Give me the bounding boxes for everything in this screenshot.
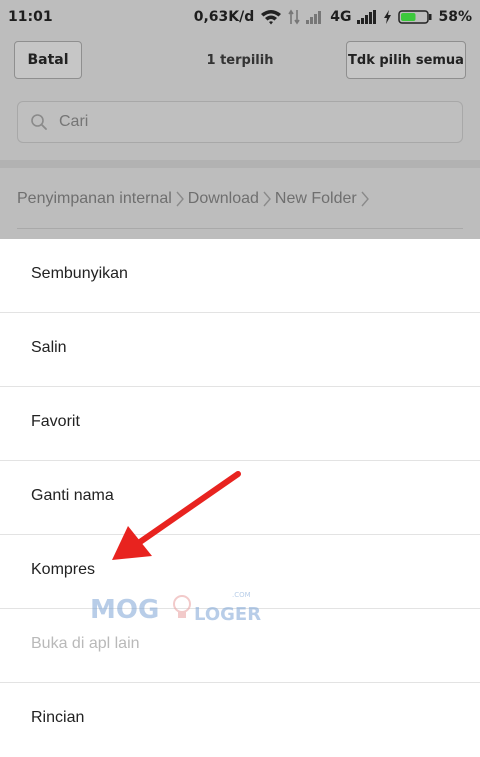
charging-icon — [383, 10, 392, 24]
data-transfer-icon — [288, 9, 300, 25]
breadcrumb-underline — [17, 228, 463, 229]
battery-percent: 58% — [438, 9, 472, 25]
battery-icon — [398, 10, 432, 24]
screen: 11:01 0,63K/d 4G 58% Batal 1 terpilih Td… — [0, 0, 480, 752]
action-menu-sheet: Sembunyikan Salin Favorit Ganti nama Kom… — [0, 239, 480, 752]
menu-item-label: Rincian — [31, 709, 85, 726]
menu-item-label: Sembunyikan — [31, 265, 128, 282]
search-bar: Cari — [0, 88, 480, 160]
status-time: 11:01 — [8, 9, 53, 25]
menu-item-label: Favorit — [31, 413, 80, 430]
breadcrumb-item-new-folder[interactable]: New Folder — [275, 190, 357, 208]
menu-item-label: Buka di apl lain — [31, 635, 140, 652]
menu-item-label: Ganti nama — [31, 487, 114, 504]
menu-item-details[interactable]: Rincian — [0, 683, 480, 757]
selection-title: 1 terpilih — [206, 53, 274, 68]
search-input[interactable]: Cari — [17, 101, 463, 143]
breadcrumb-item-internal-storage[interactable]: Penyimpanan internal — [17, 190, 172, 208]
status-indicators: 0,63K/d 4G 58% — [194, 6, 472, 28]
signal-icon-sim2 — [357, 10, 377, 24]
menu-item-copy[interactable]: Salin — [0, 313, 480, 387]
menu-item-favorite[interactable]: Favorit — [0, 387, 480, 461]
breadcrumb-item-download[interactable]: Download — [188, 190, 259, 208]
action-bar: Batal 1 terpilih Tdk pilih semua — [0, 34, 480, 88]
cancel-button[interactable]: Batal — [14, 41, 82, 79]
status-bar: 11:01 0,63K/d 4G 58% — [0, 0, 480, 34]
menu-item-rename[interactable]: Ganti nama — [0, 461, 480, 535]
menu-item-open-in-other-app: Buka di apl lain — [0, 609, 480, 683]
signal-icon-sim1 — [306, 10, 324, 24]
network-type: 4G — [330, 9, 352, 25]
search-icon — [31, 114, 47, 130]
section-divider — [0, 160, 480, 168]
chevron-right-icon — [176, 191, 184, 207]
menu-item-label: Salin — [31, 339, 67, 356]
menu-item-label: Kompres — [31, 561, 96, 578]
search-placeholder: Cari — [59, 113, 89, 130]
chevron-right-icon — [361, 191, 369, 207]
breadcrumb: Penyimpanan internal Download New Folder — [0, 168, 480, 240]
network-speed: 0,63K/d — [193, 9, 255, 25]
menu-item-compress[interactable]: Kompres — [0, 535, 480, 609]
deselect-all-button[interactable]: Tdk pilih semua — [346, 41, 466, 79]
wifi-icon — [260, 9, 282, 25]
menu-item-hide[interactable]: Sembunyikan — [0, 239, 480, 313]
chevron-right-icon — [263, 191, 271, 207]
